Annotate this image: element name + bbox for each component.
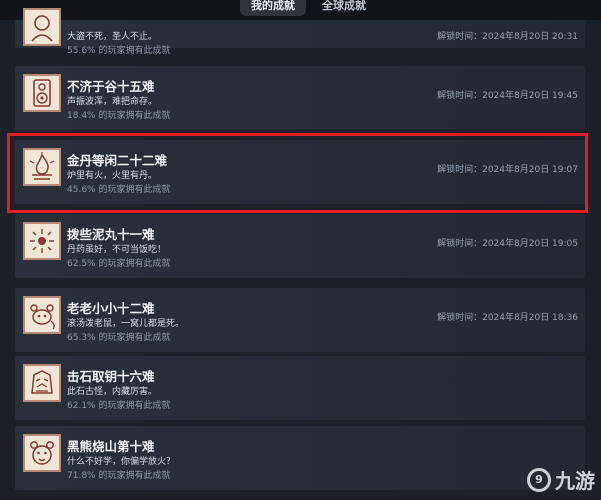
watermark-text: 九游 (555, 469, 595, 493)
bear-face-icon (23, 434, 61, 472)
achievement-description: 声振波浑，难把命存。 (67, 97, 158, 107)
achievement-unlock-time: 解锁时间：2024年8月20日 19:05 (437, 239, 578, 249)
achievement-title: 拨些泥丸十一难 (67, 227, 155, 242)
tab-global-achievements[interactable]: 全球成就 (314, 0, 374, 16)
achievement-unlock-time: 解锁时间：2024年8月20日 19:07 (437, 165, 578, 175)
achievement-title: 金丹等闲二十二难 (67, 153, 168, 168)
achievement-row[interactable]: 大盗不死，圣人不止。 55.6% 的玩家拥有此成就 解锁时间：2024年8月20… (15, 8, 585, 56)
achievement-description: 炉里有火，火里有丹。 (67, 171, 158, 181)
achievement-description: 什么不好学，你偏学放火？ (67, 457, 176, 467)
achievement-description: 此石古怪，内藏厉害。 (67, 387, 158, 397)
achievement-description: 滚汤泼老鼠，一窝儿都是死。 (67, 319, 185, 329)
achievement-title: 击石取钥十六难 (67, 369, 155, 384)
achievement-unlock-time: 解锁时间：2024年8月20日 19:45 (437, 91, 578, 101)
achievement-tab-bar: 我的成就 全球成就 (0, 0, 601, 20)
achievement-percentage: 62.5% 的玩家拥有此成就 (67, 259, 171, 269)
achievement-row[interactable]: 不济于谷十五难 声振波浑，难把命存。 18.4% 的玩家拥有此成就 解锁时间：2… (15, 66, 585, 130)
achievement-row[interactable]: 拨些泥丸十一难 丹药虽好，不可当饭吃！ 62.5% 的玩家拥有此成就 解锁时间：… (15, 214, 585, 278)
achievement-percentage: 71.8% 的玩家拥有此成就 (67, 471, 171, 481)
achievement-title: 黑熊烧山第十难 (67, 439, 155, 454)
achievement-percentage: 18.4% 的玩家拥有此成就 (67, 111, 171, 121)
achievement-row[interactable]: 击石取钥十六难 此石古怪，内藏厉害。 62.1% 的玩家拥有此成就 (15, 356, 585, 420)
monk-portrait-icon (23, 8, 61, 46)
rat-icon (23, 296, 61, 334)
achievement-percentage: 62.1% 的玩家拥有此成就 (67, 401, 171, 411)
watermark-logo-icon: 9 (527, 467, 551, 492)
achievement-title: 老老小小十二难 (67, 301, 155, 316)
achievement-unlock-time: 解锁时间：2024年8月20日 18:36 (437, 313, 578, 323)
achievement-percentage: 45.6% 的玩家拥有此成就 (67, 185, 171, 195)
achievement-description: 大盗不死，圣人不止。 (67, 32, 158, 42)
achievement-percentage: 65.3% 的玩家拥有此成就 (67, 333, 171, 343)
achievement-row[interactable]: 老老小小十二难 滚汤泼老鼠，一窝儿都是死。 65.3% 的玩家拥有此成就 解锁时… (15, 288, 585, 352)
tab-my-achievements[interactable]: 我的成就 (240, 0, 306, 16)
site-watermark: 9 九游 (527, 465, 595, 494)
achievement-row[interactable]: 黑熊烧山第十难 什么不好学，你偏学放火？ 71.8% 的玩家拥有此成就 (15, 426, 585, 490)
furnace-flame-icon (23, 148, 61, 186)
achievement-row-highlighted[interactable]: 金丹等闲二十二难 炉里有火，火里有丹。 45.6% 的玩家拥有此成就 解锁时间：… (15, 140, 585, 204)
achievement-percentage: 55.6% 的玩家拥有此成就 (67, 46, 171, 56)
achievement-unlock-time: 解锁时间：2024年8月20日 20:31 (437, 32, 578, 42)
pill-burst-icon (23, 222, 61, 260)
stone-mask-icon (23, 364, 61, 402)
achievement-title: 不济于谷十五难 (67, 79, 155, 94)
achievement-description: 丹药虽好，不可当饭吃！ (67, 245, 167, 255)
speaker-icon (23, 74, 61, 112)
